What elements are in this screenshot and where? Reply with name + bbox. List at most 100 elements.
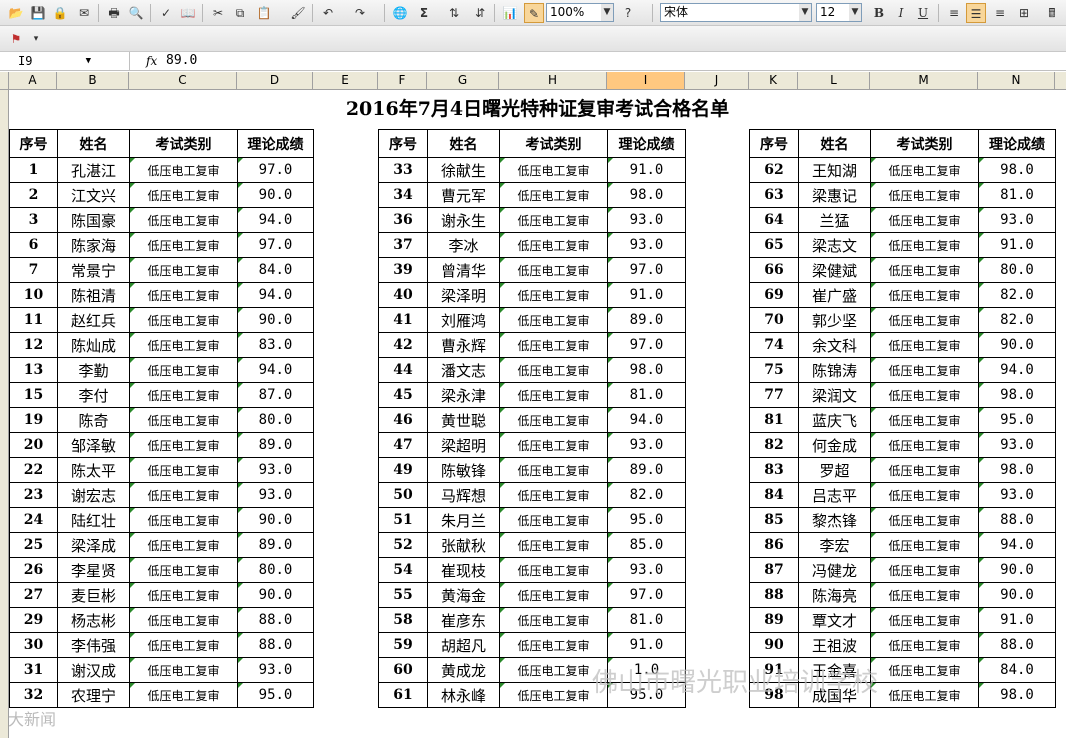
- category-cell[interactable]: 低压电工复审: [129, 532, 238, 558]
- score-cell[interactable]: 90.0: [237, 582, 314, 608]
- column-header-l[interactable]: L: [798, 72, 870, 89]
- score-cell[interactable]: 83.0: [237, 332, 314, 358]
- score-cell[interactable]: 82.0: [607, 482, 686, 508]
- name-cell[interactable]: 谢永生: [427, 207, 500, 233]
- score-cell[interactable]: 90.0: [978, 582, 1056, 608]
- category-cell[interactable]: 低压电工复审: [870, 182, 979, 208]
- seq-cell[interactable]: 69: [749, 282, 799, 308]
- score-cell[interactable]: 94.0: [237, 357, 314, 383]
- font-size-select[interactable]: 12 ▼: [816, 3, 862, 22]
- category-cell[interactable]: 低压电工复审: [129, 157, 238, 183]
- category-cell[interactable]: 低压电工复审: [870, 232, 979, 258]
- name-cell[interactable]: 罗超: [798, 457, 871, 483]
- score-cell[interactable]: 93.0: [978, 207, 1056, 233]
- score-cell[interactable]: 81.0: [607, 607, 686, 633]
- seq-cell[interactable]: 37: [378, 232, 428, 258]
- header-name[interactable]: 姓名: [798, 129, 871, 158]
- category-cell[interactable]: 低压电工复审: [499, 332, 608, 358]
- score-cell[interactable]: 91.0: [607, 282, 686, 308]
- name-cell[interactable]: 陈海亮: [798, 582, 871, 608]
- underline-button[interactable]: U: [914, 3, 932, 23]
- score-cell[interactable]: 93.0: [607, 432, 686, 458]
- name-cell[interactable]: 崔现枝: [427, 557, 500, 583]
- column-header-b[interactable]: B: [57, 72, 129, 89]
- header-name[interactable]: 姓名: [57, 129, 130, 158]
- column-header-k[interactable]: K: [749, 72, 798, 89]
- score-cell[interactable]: 93.0: [607, 232, 686, 258]
- header-score[interactable]: 理论成绩: [607, 129, 686, 158]
- header-seq[interactable]: 序号: [378, 129, 428, 158]
- category-cell[interactable]: 低压电工复审: [129, 457, 238, 483]
- category-cell[interactable]: 低压电工复审: [499, 632, 608, 658]
- score-cell[interactable]: 93.0: [237, 657, 314, 683]
- category-cell[interactable]: 低压电工复审: [870, 407, 979, 433]
- score-cell[interactable]: 82.0: [978, 307, 1056, 333]
- seq-cell[interactable]: 81: [749, 407, 799, 433]
- seq-cell[interactable]: 83: [749, 457, 799, 483]
- category-cell[interactable]: 低压电工复审: [499, 207, 608, 233]
- name-cell[interactable]: 黎杰锋: [798, 507, 871, 533]
- name-cell[interactable]: 李宏: [798, 532, 871, 558]
- score-cell[interactable]: 93.0: [978, 482, 1056, 508]
- score-cell[interactable]: 97.0: [607, 582, 686, 608]
- category-cell[interactable]: 低压电工复审: [129, 207, 238, 233]
- name-cell[interactable]: 马辉想: [427, 482, 500, 508]
- category-cell[interactable]: 低压电工复审: [499, 257, 608, 283]
- category-cell[interactable]: 低压电工复审: [870, 632, 979, 658]
- column-header-i[interactable]: I: [607, 72, 685, 89]
- category-cell[interactable]: 低压电工复审: [499, 307, 608, 333]
- name-cell[interactable]: 兰猛: [798, 207, 871, 233]
- chevron-down-icon[interactable]: ▼: [601, 4, 613, 21]
- seq-cell[interactable]: 55: [378, 582, 428, 608]
- category-cell[interactable]: 低压电工复审: [870, 657, 979, 683]
- category-cell[interactable]: 低压电工复审: [499, 582, 608, 608]
- seq-cell[interactable]: 10: [9, 282, 58, 308]
- seq-cell[interactable]: 20: [9, 432, 58, 458]
- seq-cell[interactable]: 2: [9, 182, 58, 208]
- seq-cell[interactable]: 74: [749, 332, 799, 358]
- seq-cell[interactable]: 32: [9, 682, 58, 708]
- score-cell[interactable]: 93.0: [607, 557, 686, 583]
- name-cell[interactable]: 黄世聪: [427, 407, 500, 433]
- name-cell[interactable]: 曹元军: [427, 182, 500, 208]
- score-cell[interactable]: 80.0: [978, 257, 1056, 283]
- email-icon[interactable]: ✉: [74, 3, 94, 23]
- category-cell[interactable]: 低压电工复审: [499, 232, 608, 258]
- name-cell[interactable]: 刘雁鸿: [427, 307, 500, 333]
- score-cell[interactable]: 82.0: [978, 282, 1056, 308]
- name-cell[interactable]: 郭少坚: [798, 307, 871, 333]
- seq-cell[interactable]: 59: [378, 632, 428, 658]
- name-cell[interactable]: 余文科: [798, 332, 871, 358]
- name-cell[interactable]: 陈祖清: [57, 282, 130, 308]
- category-cell[interactable]: 低压电工复审: [870, 332, 979, 358]
- category-cell[interactable]: 低压电工复审: [129, 432, 238, 458]
- column-header-f[interactable]: F: [378, 72, 427, 89]
- name-cell[interactable]: 陈奇: [57, 407, 130, 433]
- align-right-icon[interactable]: ≡: [990, 3, 1010, 23]
- score-cell[interactable]: 93.0: [237, 457, 314, 483]
- toolbar-options-icon[interactable]: ▾: [28, 29, 44, 49]
- seq-cell[interactable]: 50: [378, 482, 428, 508]
- name-cell[interactable]: 林永峰: [427, 682, 500, 708]
- category-cell[interactable]: 低压电工复审: [870, 357, 979, 383]
- name-cell[interactable]: 陈灿成: [57, 332, 130, 358]
- sort-descending-icon[interactable]: ⇵: [470, 3, 490, 23]
- align-center-icon[interactable]: ☰: [966, 3, 986, 23]
- seq-cell[interactable]: 3: [9, 207, 58, 233]
- name-cell[interactable]: 崔广盛: [798, 282, 871, 308]
- copy-icon[interactable]: ⧉: [230, 3, 250, 23]
- score-cell[interactable]: 97.0: [237, 157, 314, 183]
- header-seq[interactable]: 序号: [749, 129, 799, 158]
- seq-cell[interactable]: 24: [9, 507, 58, 533]
- score-cell[interactable]: 94.0: [978, 357, 1056, 383]
- name-cell[interactable]: 陈太平: [57, 457, 130, 483]
- name-cell[interactable]: 梁永津: [427, 382, 500, 408]
- category-cell[interactable]: 低压电工复审: [870, 207, 979, 233]
- name-cell[interactable]: 李付: [57, 382, 130, 408]
- header-score[interactable]: 理论成绩: [237, 129, 314, 158]
- name-cell[interactable]: 冯健龙: [798, 557, 871, 583]
- seq-cell[interactable]: 27: [9, 582, 58, 608]
- category-cell[interactable]: 低压电工复审: [870, 507, 979, 533]
- name-cell[interactable]: 王祖波: [798, 632, 871, 658]
- seq-cell[interactable]: 51: [378, 507, 428, 533]
